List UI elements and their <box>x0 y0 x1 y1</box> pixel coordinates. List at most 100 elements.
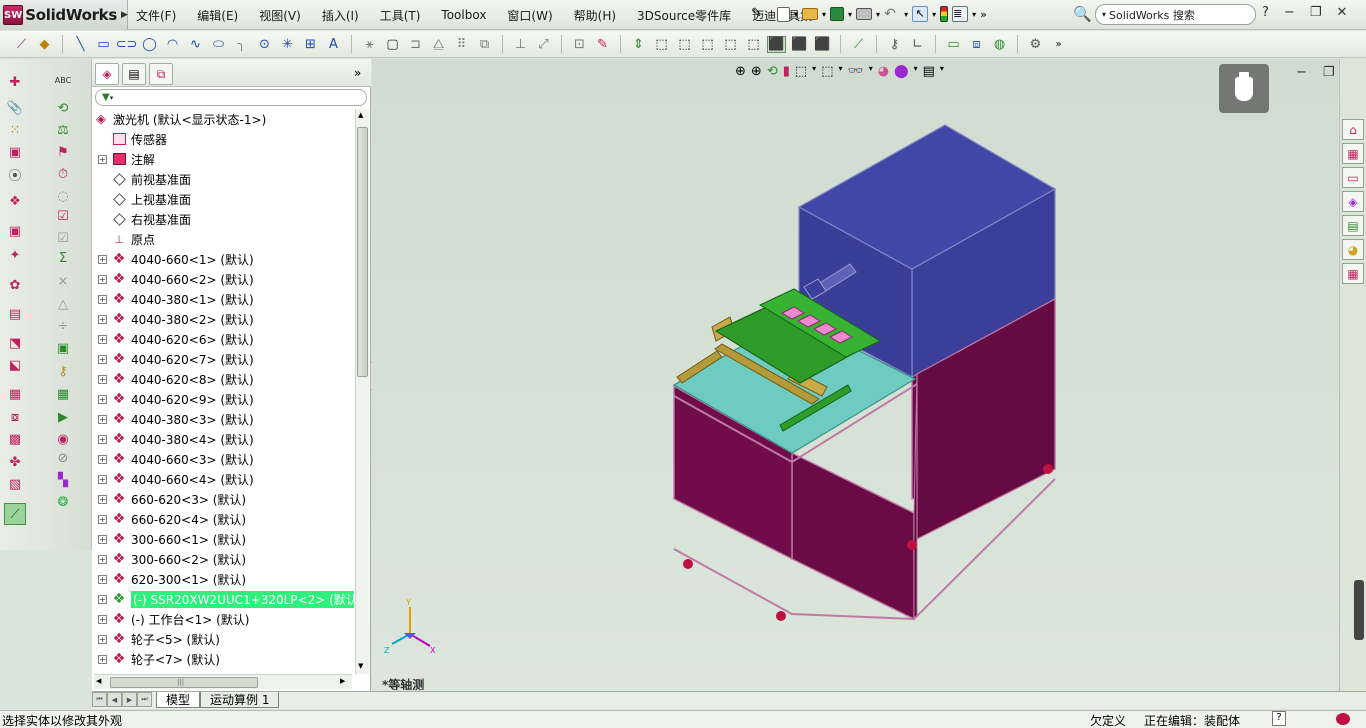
expand-toggle-icon[interactable]: + <box>98 294 107 304</box>
large-assembly-mode-icon[interactable]: ⟋ <box>4 503 26 525</box>
expand-toggle-icon[interactable]: + <box>98 334 107 344</box>
tree-item[interactable]: + ❖ 4040-380<3> (默认) <box>98 409 254 429</box>
doc-minimize-icon[interactable]: − <box>1296 65 1307 80</box>
tree-item[interactable]: + ❖ 轮子<7> (默认) <box>98 649 220 669</box>
sigma-icon[interactable]: Σ <box>54 249 72 267</box>
add-relation-icon[interactable]: ⊥ <box>511 36 530 53</box>
scroll-thumb[interactable] <box>357 127 368 377</box>
view-shaded-with-edges-icon[interactable]: ⬛ <box>767 35 786 53</box>
tab-next-icon[interactable]: ▶ <box>122 692 137 707</box>
view-settings-icon[interactable]: ▤ <box>923 64 935 79</box>
new-motion-study-icon[interactable]: ▤ <box>6 305 24 323</box>
tree-item[interactable]: + ❖ 660-620<3> (默认) <box>98 489 246 509</box>
smart-dimension-icon[interactable]: ⟋ <box>12 36 31 53</box>
close-icon[interactable]: ✕ <box>1336 5 1347 20</box>
expand-toggle-icon[interactable]: + <box>98 154 107 164</box>
compass-icon[interactable]: ⨯ <box>54 272 72 290</box>
zoom-to-fit-icon[interactable]: ⊕ <box>735 64 746 79</box>
tree-item[interactable]: + ❖ 660-620<4> (默认) <box>98 509 246 529</box>
move-entities-icon[interactable]: ⧉ <box>475 36 494 53</box>
expand-toggle-icon[interactable]: + <box>98 494 107 504</box>
expand-toggle-icon[interactable]: + <box>98 474 107 484</box>
restore-icon[interactable]: ❐ <box>1310 5 1322 20</box>
menu-toolbox[interactable]: Toolbox <box>441 8 486 22</box>
interference-icon[interactable]: ⧇ <box>6 408 24 426</box>
bulb-icon[interactable]: ◌ <box>54 187 72 205</box>
clearance-icon[interactable]: ▩ <box>6 430 24 448</box>
custom-properties-icon[interactable]: ▦ <box>1342 263 1364 284</box>
menu-edit[interactable]: 编辑(E) <box>197 7 238 24</box>
check-box-icon[interactable]: ☑ <box>54 207 72 225</box>
expand-toggle-icon[interactable]: + <box>98 274 107 284</box>
assembly-insert-icon[interactable]: ✚ <box>6 73 24 91</box>
view-hidden-lines-visible-icon[interactable]: ⬚ <box>675 36 694 53</box>
angle-icon[interactable]: ∟ <box>908 36 927 53</box>
expand-toggle-icon[interactable]: + <box>98 594 107 604</box>
tree-item[interactable]: + ❖ 4040-620<8> (默认) <box>98 369 254 389</box>
tree-item[interactable]: + ❖ 4040-660<3> (默认) <box>98 449 254 469</box>
split-line-icon[interactable]: ÷ <box>54 317 72 335</box>
rebuild-status-icon[interactable] <box>1336 713 1350 725</box>
spelling-icon[interactable]: ABC <box>54 71 72 89</box>
menu-view[interactable]: 视图(V) <box>259 7 301 24</box>
expand-toggle-icon[interactable]: + <box>98 574 107 584</box>
scroll-left-icon[interactable]: ◀ <box>96 677 101 685</box>
rebuild-icon[interactable]: ⟲ <box>54 99 72 117</box>
table-icon[interactable]: ▦ <box>54 385 72 403</box>
menu-help[interactable]: 帮助(H) <box>574 7 616 24</box>
instant3d-icon[interactable]: ▧ <box>6 475 24 493</box>
stopwatch-icon[interactable]: ⏱ <box>54 165 72 183</box>
menu-window[interactable]: 窗口(W) <box>507 7 552 24</box>
appearances-icon[interactable]: ◕ <box>1342 239 1364 260</box>
expand-toggle-icon[interactable]: + <box>98 434 107 444</box>
tree-item[interactable]: + ❖ 4040-380<2> (默认) <box>98 309 254 329</box>
show-hidden-icon[interactable]: ▣ <box>6 222 24 240</box>
toolbar-overflow[interactable]: » <box>980 8 987 21</box>
tree-item[interactable]: + 注解 <box>98 149 155 169</box>
view-draft-quality-icon[interactable]: ⬚ <box>744 36 763 53</box>
scroll-up-icon[interactable]: ▲ <box>358 111 363 119</box>
fillet-icon[interactable]: ╮ <box>232 36 251 53</box>
convert-entities-icon[interactable]: ▢ <box>383 36 402 53</box>
tree-item[interactable]: + ❖ 4040-620<6> (默认) <box>98 329 254 349</box>
tab-configuration-manager[interactable]: ⧉ <box>149 63 173 85</box>
menu-3dsource[interactable]: 3DSource零件库 <box>637 7 731 24</box>
tree-item[interactable]: + ❖ 4040-660<1> (默认) <box>98 249 254 269</box>
tab-motion-study[interactable]: 运动算例 1 <box>200 692 280 708</box>
expand-toggle-icon[interactable]: + <box>98 534 107 544</box>
save-icon[interactable] <box>830 7 845 21</box>
doc-restore-icon[interactable]: ❐ <box>1323 65 1335 80</box>
app-logo-button[interactable]: SW SolidWorks ▶ <box>0 0 128 30</box>
spline-icon[interactable]: ∿ <box>186 36 205 53</box>
new-document-icon[interactable] <box>777 6 790 22</box>
point-icon[interactable]: ⊙ <box>255 36 274 53</box>
menu-file[interactable]: 文件(F) <box>136 7 176 24</box>
view-wireframe-icon[interactable]: ⬚ <box>652 36 671 53</box>
tree-filter-input[interactable]: ▼▾ <box>95 89 367 106</box>
explode-line-icon[interactable]: ▦ <box>6 385 24 403</box>
tree-item[interactable]: + ❖ (-) 工作台<1> (默认) <box>98 609 249 629</box>
pin-icon[interactable]: ✎ <box>751 6 767 22</box>
hide-show-items-icon[interactable]: 👓 <box>848 64 864 79</box>
repair-sketch-icon[interactable]: ⤢ <box>534 36 553 53</box>
h-scroll-thumb[interactable]: ||| <box>110 677 258 688</box>
color-blocks-icon[interactable]: ▚ <box>54 471 72 489</box>
tree-item[interactable]: 右视基准面 <box>98 209 191 229</box>
quick-snaps-icon[interactable]: ⊡ <box>570 36 589 53</box>
measure-icon[interactable]: ⟋ <box>849 36 868 53</box>
options-list-icon[interactable]: ≣ <box>952 6 969 22</box>
tree-item[interactable]: + ❖ 4040-380<1> (默认) <box>98 289 254 309</box>
view-perspective-icon[interactable]: ⬛ <box>813 36 832 53</box>
flag-icon[interactable]: ⚑ <box>54 143 72 161</box>
expand-toggle-icon[interactable]: + <box>98 354 107 364</box>
section-view-icon[interactable]: ▮ <box>783 64 790 79</box>
expand-toggle-icon[interactable]: + <box>98 514 107 524</box>
expand-toggle-icon[interactable]: + <box>98 554 107 564</box>
scroll-right-icon[interactable]: ▶ <box>340 677 345 685</box>
previous-view-icon[interactable]: ⟲ <box>767 64 778 79</box>
rectangle-icon[interactable]: ▭ <box>94 36 113 53</box>
tab-feature-tree[interactable]: ◈ <box>95 63 119 85</box>
tree-item[interactable]: + ❖ 4040-380<4> (默认) <box>98 429 254 449</box>
expand-toggle-icon[interactable]: + <box>98 454 107 464</box>
minimize-icon[interactable]: − <box>1284 5 1295 20</box>
